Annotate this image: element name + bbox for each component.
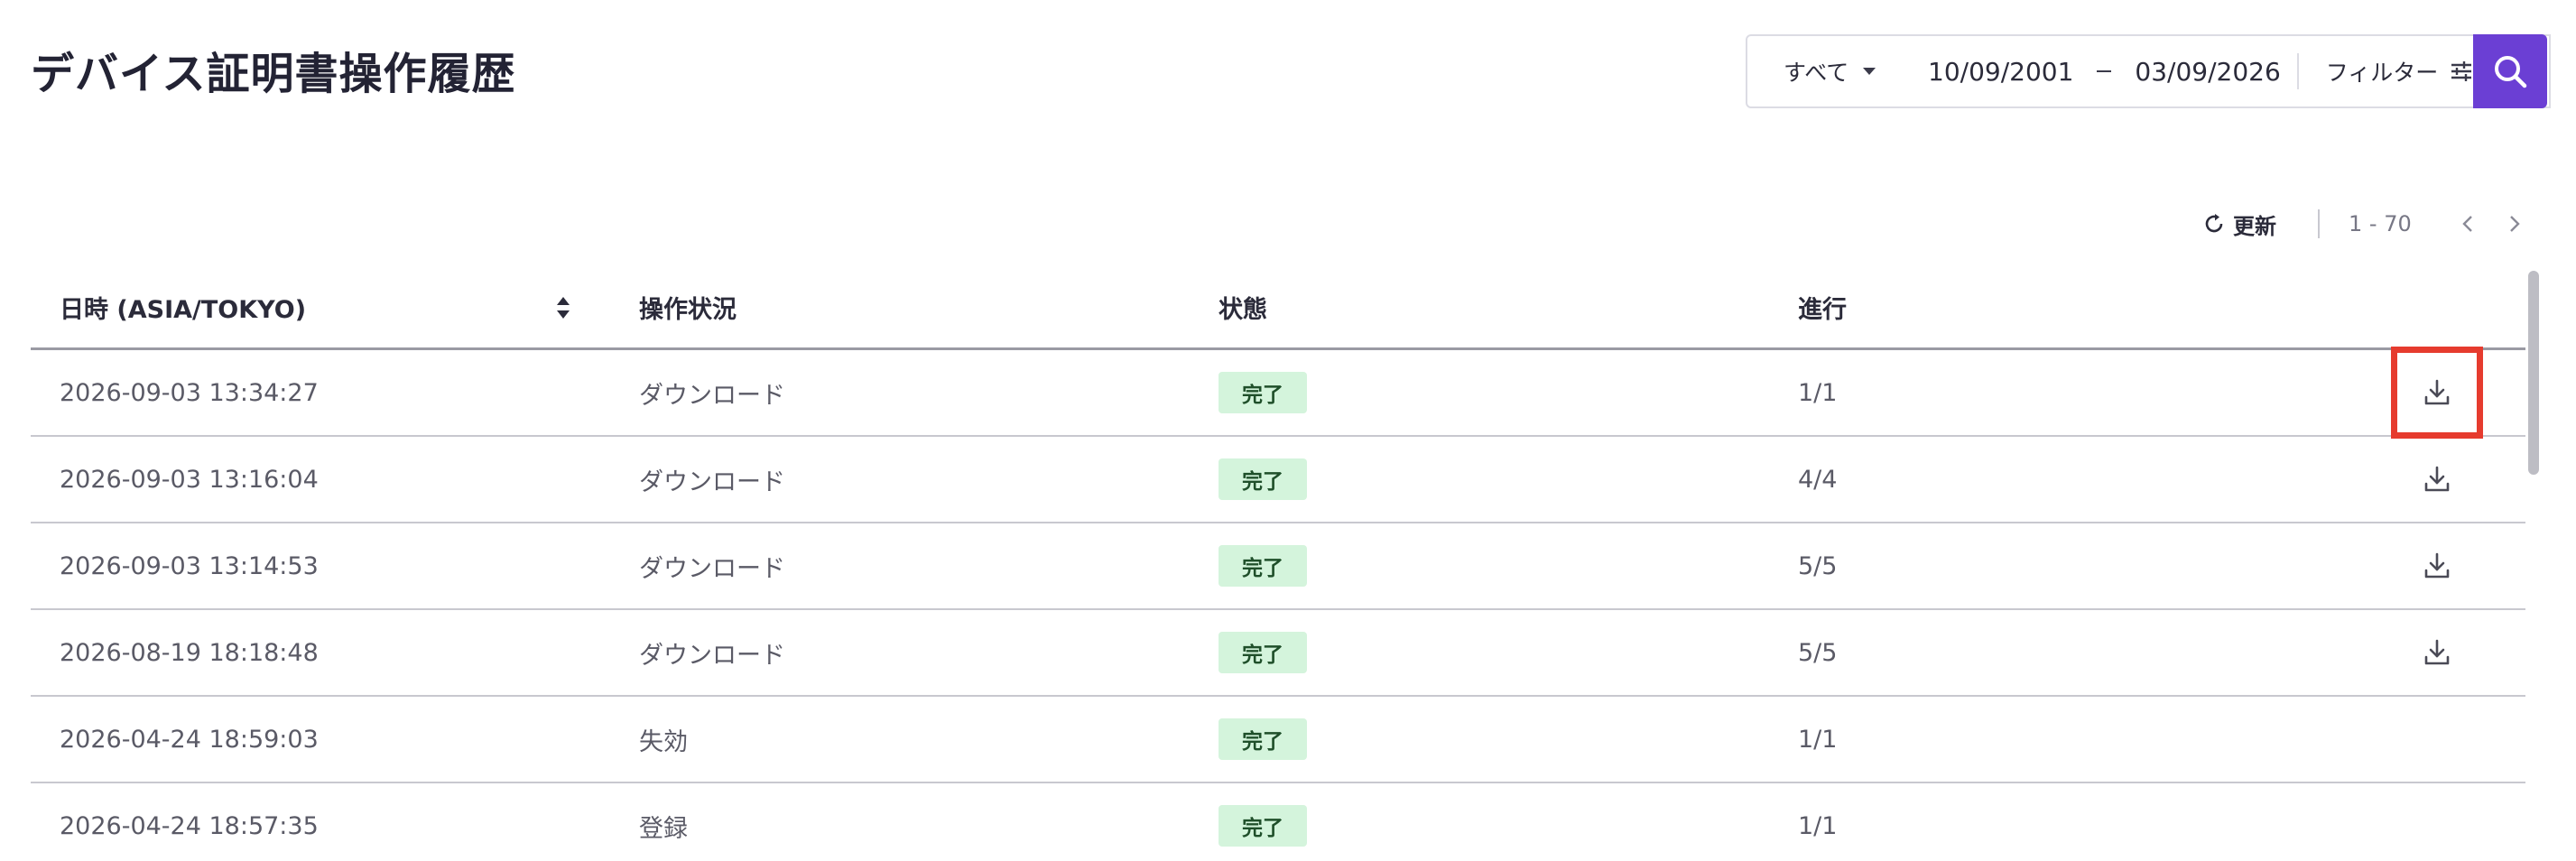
status-badge: 完了 [1219, 632, 1307, 673]
cell-operation: 失効 [639, 727, 688, 756]
prev-page-button[interactable] [2455, 210, 2482, 237]
cell-status: 完了 [1190, 632, 1769, 673]
download-button[interactable] [2391, 606, 2483, 699]
table-row: 2026-09-03 13:14:53 ダウンロード 完了 5/5 [31, 523, 2525, 610]
cell-status: 完了 [1190, 372, 1769, 413]
scope-select-value: すべて [1784, 60, 1849, 86]
cell-operation: ダウンロード [639, 554, 785, 583]
filter-bar: すべて 10/09/2001 03/09/2026 フィルター [1746, 34, 2551, 108]
cell-status: 完了 [1190, 718, 1769, 760]
cell-actions [2349, 347, 2525, 439]
sort-icon[interactable] [554, 294, 572, 321]
table-row: 2026-04-24 18:59:03 失効 完了 1/1 [31, 697, 2525, 783]
sliders-icon [2451, 61, 2472, 81]
cell-actions [2349, 606, 2525, 699]
page: デバイス証明書操作履歴 すべて 10/09/2001 03/09/2026 フィ… [0, 0, 2576, 861]
cell-operation: 登録 [639, 814, 688, 843]
cell-datetime: 2026-09-03 13:16:04 [60, 465, 319, 494]
page-range: 1 - 70 [2349, 211, 2412, 236]
cell-progress: 5/5 [1798, 638, 1838, 667]
next-page-button[interactable] [2500, 210, 2527, 237]
search-button[interactable] [2473, 34, 2547, 108]
cell-progress: 1/1 [1798, 725, 1838, 754]
history-table: 日時 (ASIA/TOKYO) 操作状況 状態 進行 2026-09-03 13… [31, 267, 2525, 861]
chevron-right-icon [2509, 216, 2520, 232]
table-row: 2026-09-03 13:34:27 ダウンロード 完了 1/1 [31, 347, 2525, 439]
cell-operation: ダウンロード [639, 468, 785, 496]
download-icon [2424, 639, 2450, 665]
status-badge: 完了 [1219, 545, 1307, 587]
cell-datetime: 2026-09-03 13:34:27 [60, 378, 319, 407]
download-button[interactable] [2391, 347, 2483, 439]
refresh-button[interactable]: 更新 [2202, 208, 2276, 240]
download-icon [2424, 466, 2450, 492]
refresh-icon [2205, 214, 2223, 233]
date-from-input[interactable]: 10/09/2001 [1919, 51, 2082, 92]
column-header-datetime-label: 日時 (ASIA/TOKYO) [60, 296, 307, 324]
table-row: 2026-09-03 13:16:04 ダウンロード 完了 4/4 [31, 437, 2525, 523]
status-badge: 完了 [1219, 458, 1307, 500]
table-row: 2026-08-19 18:18:48 ダウンロード 完了 5/5 [31, 610, 2525, 697]
refresh-label: 更新 [2233, 213, 2276, 239]
chevron-left-icon [2462, 216, 2472, 232]
download-icon [2424, 379, 2450, 405]
status-badge: 完了 [1219, 372, 1307, 413]
cell-status: 完了 [1190, 545, 1769, 587]
cell-progress: 1/1 [1798, 811, 1838, 840]
column-header-datetime: 日時 (ASIA/TOKYO) [31, 290, 610, 325]
table-toolbar: 更新 1 - 70 [2202, 206, 2527, 242]
cell-datetime: 2026-04-24 18:59:03 [60, 725, 319, 754]
cell-datetime: 2026-04-24 18:57:35 [60, 811, 319, 840]
table-body: 2026-09-03 13:34:27 ダウンロード 完了 1/1 2026-09-03… [31, 347, 2525, 861]
date-to-input[interactable]: 03/09/2026 [2126, 51, 2289, 92]
table-header: 日時 (ASIA/TOKYO) 操作状況 状態 進行 [31, 267, 2525, 350]
date-range-separator [2097, 70, 2112, 72]
table-row: 2026-04-24 18:57:35 登録 完了 1/1 [31, 783, 2525, 861]
cell-datetime: 2026-09-03 13:14:53 [60, 551, 319, 580]
cell-status: 完了 [1190, 458, 1769, 500]
download-button[interactable] [2391, 520, 2483, 612]
status-badge: 完了 [1219, 718, 1307, 760]
cell-operation: ダウンロード [639, 381, 785, 410]
cell-datetime: 2026-08-19 18:18:48 [60, 638, 319, 667]
column-header-progress: 進行 [1798, 296, 1847, 324]
cell-actions [2349, 433, 2525, 525]
scope-select[interactable]: すべて [1747, 36, 1901, 106]
cell-operation: ダウンロード [639, 641, 785, 670]
search-icon [2495, 56, 2527, 88]
column-header-status: 状態 [1219, 296, 1267, 324]
cell-actions [2349, 520, 2525, 612]
cell-progress: 4/4 [1798, 465, 1838, 494]
download-button[interactable] [2391, 433, 2483, 525]
page-title: デバイス証明書操作履歴 [31, 49, 516, 99]
filter-button[interactable]: フィルター [2299, 36, 2475, 106]
toolbar-divider [2318, 209, 2320, 238]
caret-down-icon [1863, 68, 1876, 75]
status-badge: 完了 [1219, 805, 1307, 847]
filter-button-label: フィルター [2325, 60, 2439, 86]
cell-progress: 1/1 [1798, 378, 1838, 407]
scrollbar-thumb[interactable] [2528, 271, 2539, 475]
cell-progress: 5/5 [1798, 551, 1838, 580]
cell-status: 完了 [1190, 805, 1769, 847]
column-header-operation: 操作状況 [639, 296, 737, 324]
download-icon [2424, 552, 2450, 579]
